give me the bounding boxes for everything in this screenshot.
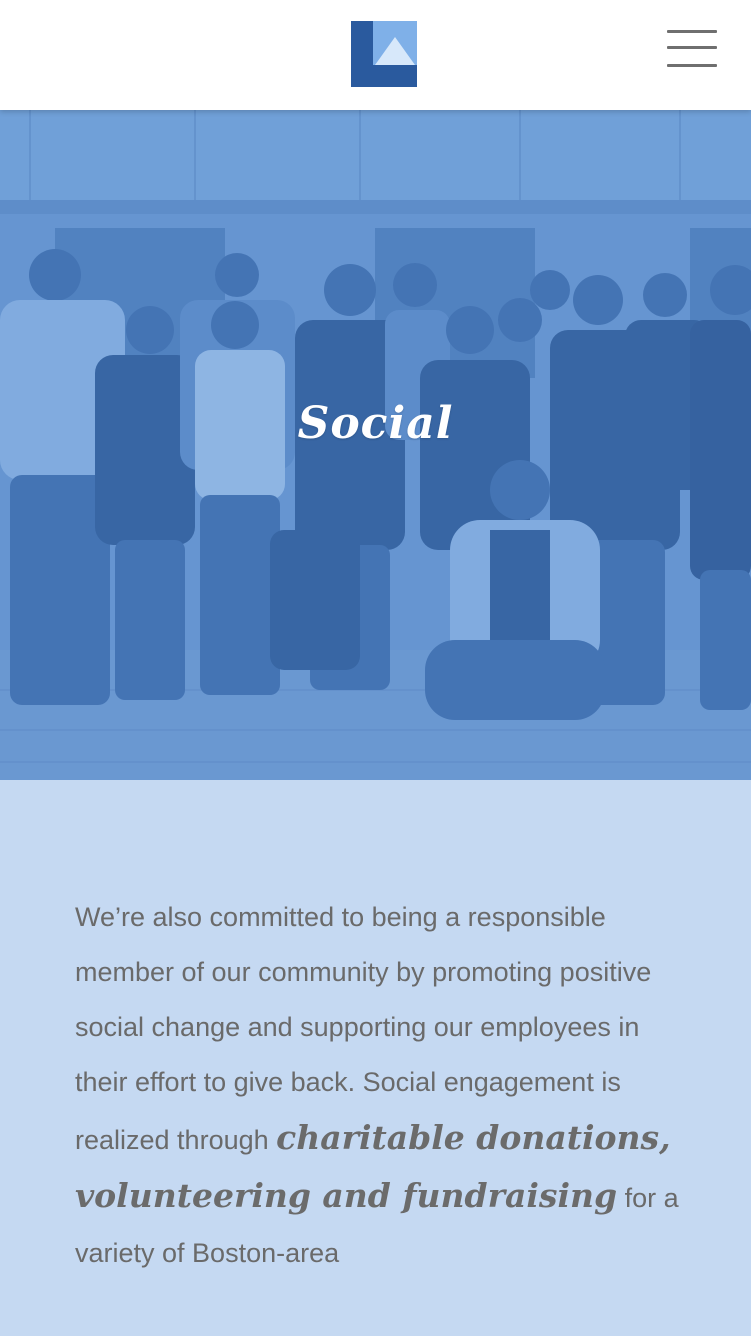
hero-banner: Social [0, 110, 751, 780]
lapham-logo-icon[interactable] [351, 21, 417, 87]
menu-bar [667, 30, 717, 33]
site-header [0, 0, 751, 110]
hero-title: Social [297, 398, 454, 449]
menu-bar [667, 46, 717, 49]
hamburger-menu-icon[interactable] [664, 28, 718, 72]
content-section: We’re also committed to being a responsi… [0, 780, 751, 1336]
social-description: We’re also committed to being a responsi… [75, 890, 685, 1281]
menu-bar [667, 64, 717, 67]
